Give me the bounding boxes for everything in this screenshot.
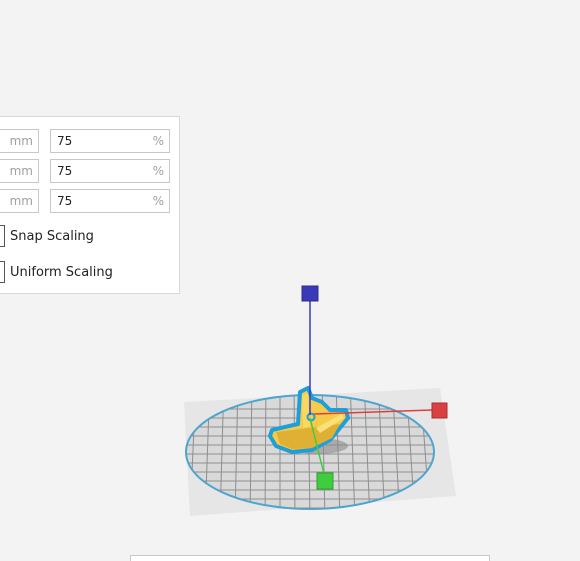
scale-row-y: mm 75 %	[0, 159, 181, 183]
scale-row-z: mm 75 %	[0, 189, 181, 213]
z-size-mm-input[interactable]: mm	[0, 189, 39, 213]
3d-viewport[interactable]: mm 75 % mm 75 % mm 75 % Snap Scaling Uni…	[0, 0, 580, 561]
percent-value: 75	[57, 134, 73, 148]
y-size-mm-input[interactable]: mm	[0, 159, 39, 183]
x-scale-percent-input[interactable]: 75 %	[50, 129, 170, 153]
snap-scaling-label: Snap Scaling	[10, 229, 94, 244]
y-scale-percent-input[interactable]: 75 %	[50, 159, 170, 183]
snap-scaling-option[interactable]: Snap Scaling	[0, 225, 181, 249]
mm-unit-label: mm	[9, 134, 33, 148]
percent-value: 75	[57, 164, 73, 178]
scale-tool-panel: mm 75 % mm 75 % mm 75 % Snap Scaling Uni…	[0, 116, 180, 294]
x-axis-scale-handle[interactable]	[431, 402, 448, 419]
percent-value: 75	[57, 194, 73, 208]
uniform-scaling-checkbox[interactable]	[0, 261, 5, 283]
scale-row-x: mm 75 %	[0, 129, 181, 153]
mm-unit-label: mm	[9, 164, 33, 178]
x-size-mm-input[interactable]: mm	[0, 129, 39, 153]
mm-unit-label: mm	[9, 194, 33, 208]
percent-unit-label: %	[152, 164, 164, 178]
uniform-scaling-label: Uniform Scaling	[10, 265, 113, 280]
percent-unit-label: %	[152, 134, 164, 148]
z-axis-scale-handle[interactable]	[301, 285, 319, 302]
uniform-scaling-option[interactable]: Uniform Scaling	[0, 261, 181, 285]
z-scale-percent-input[interactable]: 75 %	[50, 189, 170, 213]
y-axis-scale-handle[interactable]	[316, 472, 334, 490]
percent-unit-label: %	[152, 194, 164, 208]
bottom-panel-edge	[130, 555, 490, 561]
snap-scaling-checkbox[interactable]	[0, 225, 5, 247]
